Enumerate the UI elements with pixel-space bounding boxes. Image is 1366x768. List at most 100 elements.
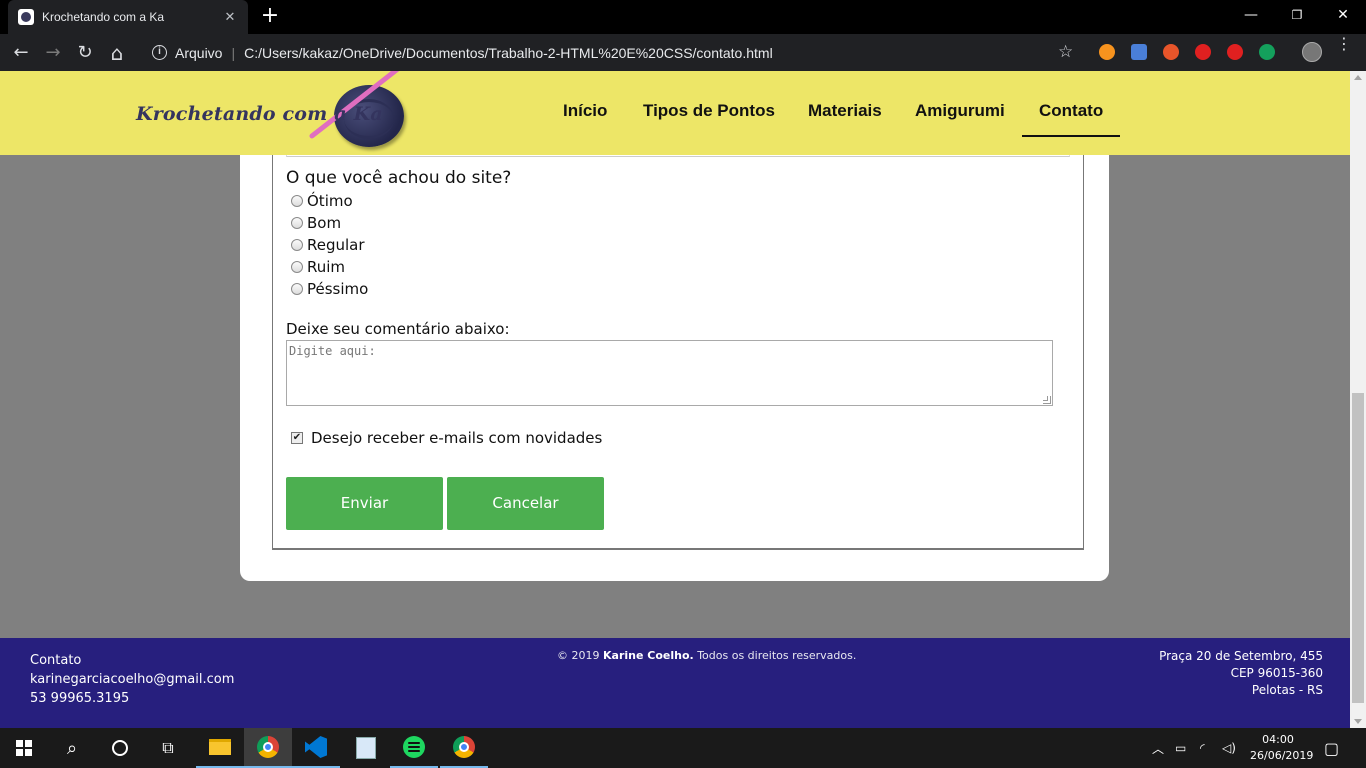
address-bar[interactable]: i Arquivo | C:/Users/kakaz/OneDrive/Docu…: [142, 38, 1092, 67]
forward-button[interactable]: →: [40, 40, 66, 66]
rating-option-bom[interactable]: Bom: [291, 214, 341, 232]
rating-option-pessimo[interactable]: Péssimo: [291, 280, 368, 298]
radio-label: Ruim: [307, 258, 346, 276]
extension-adblock-icon[interactable]: [1195, 44, 1211, 60]
vscode-icon[interactable]: [292, 728, 340, 768]
tab-title: Krochetando com a Ka: [42, 10, 165, 24]
address-line-3: Pelotas - RS: [1251, 683, 1323, 697]
rating-option-otimo[interactable]: Ótimo: [291, 192, 353, 210]
copyright-name: Karine Coelho.: [603, 649, 694, 662]
address-line-2: CEP 96015-360: [1230, 666, 1323, 680]
nav-active-underline: [1022, 135, 1120, 137]
extension-youtube-icon[interactable]: [1227, 44, 1243, 60]
footer-email[interactable]: karinegarciacoelho@gmail.com: [30, 670, 234, 689]
radio-label: Ótimo: [307, 192, 353, 210]
radio-label: Bom: [307, 214, 342, 232]
page-scrollbar[interactable]: [1350, 71, 1366, 728]
site-footer: Contato karinegarciacoelho@gmail.com 53 …: [0, 638, 1350, 728]
reload-button[interactable]: ↻: [72, 40, 98, 66]
radio-button[interactable]: [291, 195, 303, 207]
minimize-button[interactable]: —: [1228, 0, 1274, 30]
battery-icon[interactable]: ▭: [1175, 728, 1186, 768]
footer-copyright: © 2019 Karine Coelho. Todos os direitos …: [557, 649, 856, 662]
tab-close-icon[interactable]: ✕: [222, 10, 238, 25]
nav-materiais[interactable]: Materiais: [808, 101, 882, 121]
extension-chat-icon[interactable]: [1259, 44, 1275, 60]
comment-textarea[interactable]: Digite aqui:: [286, 340, 1053, 406]
scroll-up-icon[interactable]: [1354, 75, 1362, 80]
taskbar-clock[interactable]: 04:00 26/06/2019: [1250, 732, 1314, 764]
address-line-1: Praça 20 de Setembro, 455: [1159, 649, 1323, 663]
site-logo[interactable]: Krochetando com a Ka: [134, 71, 409, 149]
cancel-button[interactable]: Cancelar: [447, 477, 604, 530]
task-view-icon[interactable]: ⧉: [144, 728, 192, 768]
info-icon[interactable]: i: [152, 45, 167, 60]
spotify-icon[interactable]: [390, 728, 438, 768]
extension-fire-icon[interactable]: [1163, 44, 1179, 60]
chrome-taskbar-icon-2[interactable]: [440, 728, 488, 768]
restore-button[interactable]: ❐: [1274, 0, 1320, 30]
site-favicon-icon: [18, 9, 34, 25]
close-window-button[interactable]: ✕: [1320, 0, 1366, 30]
notifications-icon[interactable]: ▢: [1324, 728, 1339, 768]
clock-date: 26/06/2019: [1250, 749, 1314, 762]
start-button[interactable]: [0, 728, 48, 768]
browser-tab[interactable]: Krochetando com a Ka ✕: [8, 0, 248, 34]
comment-placeholder: Digite aqui:: [289, 344, 376, 358]
nav-contato[interactable]: Contato: [1039, 101, 1103, 121]
submit-button[interactable]: Enviar: [286, 477, 443, 530]
footer-contact-title: Contato: [30, 653, 82, 668]
windows-taskbar: ⌕ ⧉ ︿ ▭ ◜ ◁) 04:00 26/06/2019 ▢: [0, 728, 1366, 768]
radio-button[interactable]: [291, 239, 303, 251]
windows-logo-icon: [16, 740, 32, 756]
page-viewport: Krochetando com a Ka Início Tipos de Pon…: [0, 71, 1350, 728]
logo-text: Krochetando com a Ka: [136, 103, 383, 125]
footer-contact: Contato karinegarciacoelho@gmail.com 53 …: [30, 651, 234, 708]
newsletter-label: Desejo receber e-mails com novidades: [311, 429, 603, 447]
extension-translate-icon[interactable]: [1131, 44, 1147, 60]
rating-option-regular[interactable]: Regular: [291, 236, 365, 254]
copyright-prefix: © 2019: [557, 649, 600, 662]
rating-option-ruim[interactable]: Ruim: [291, 258, 345, 276]
newsletter-checkbox[interactable]: ✔: [291, 432, 303, 444]
volume-icon[interactable]: ◁): [1222, 728, 1236, 768]
scrollbar-thumb[interactable]: [1352, 393, 1364, 703]
browser-menu-icon[interactable]: ⋮: [1336, 36, 1352, 52]
browser-toolbar: ← → ↻ ⌂ i Arquivo | C:/Users/kakaz/OneDr…: [0, 34, 1366, 71]
footer-phone: 53 99965.3195: [30, 691, 130, 706]
radio-button[interactable]: [291, 261, 303, 273]
home-button[interactable]: ⌂: [104, 40, 130, 66]
back-button[interactable]: ←: [8, 40, 34, 66]
radio-label: Regular: [307, 236, 365, 254]
browser-tab-bar: Krochetando com a Ka ✕ + — ❐ ✕: [0, 0, 1366, 34]
copyright-suffix: Todos os direitos reservados.: [697, 649, 857, 662]
profile-avatar[interactable]: [1302, 42, 1322, 62]
cortana-icon[interactable]: [96, 728, 144, 768]
newsletter-option[interactable]: ✔ Desejo receber e-mails com novidades: [291, 429, 602, 447]
extension-play-icon[interactable]: [1099, 44, 1115, 60]
address-separator: |: [231, 44, 236, 61]
radio-button[interactable]: [291, 283, 303, 295]
resize-grip-icon[interactable]: [1043, 396, 1051, 404]
chrome-taskbar-icon[interactable]: [244, 728, 292, 768]
site-header: Krochetando com a Ka Início Tipos de Pon…: [0, 71, 1350, 155]
search-icon[interactable]: ⌕: [48, 728, 96, 768]
rating-question: O que você achou do site?: [286, 168, 512, 188]
new-tab-button[interactable]: +: [258, 4, 282, 28]
nav-amigurumi[interactable]: Amigurumi: [915, 101, 1005, 121]
scroll-down-icon[interactable]: [1354, 719, 1362, 724]
url-text[interactable]: C:/Users/kakaz/OneDrive/Documentos/Traba…: [244, 45, 773, 61]
comment-label: Deixe seu comentário abaixo:: [286, 320, 510, 338]
radio-label: Péssimo: [307, 280, 369, 298]
file-explorer-icon[interactable]: [196, 728, 244, 768]
nav-inicio[interactable]: Início: [563, 101, 607, 121]
paint-icon[interactable]: [342, 728, 390, 768]
security-label: Arquivo: [175, 44, 223, 61]
tray-chevron-icon[interactable]: ︿: [1152, 728, 1164, 768]
clock-time: 04:00: [1262, 733, 1294, 746]
bookmark-star-icon[interactable]: ☆: [1058, 42, 1073, 62]
wifi-icon[interactable]: ◜: [1200, 728, 1205, 768]
nav-tipos-de-pontos[interactable]: Tipos de Pontos: [643, 101, 775, 121]
radio-button[interactable]: [291, 217, 303, 229]
footer-address: Praça 20 de Setembro, 455 CEP 96015-360 …: [1159, 648, 1323, 699]
